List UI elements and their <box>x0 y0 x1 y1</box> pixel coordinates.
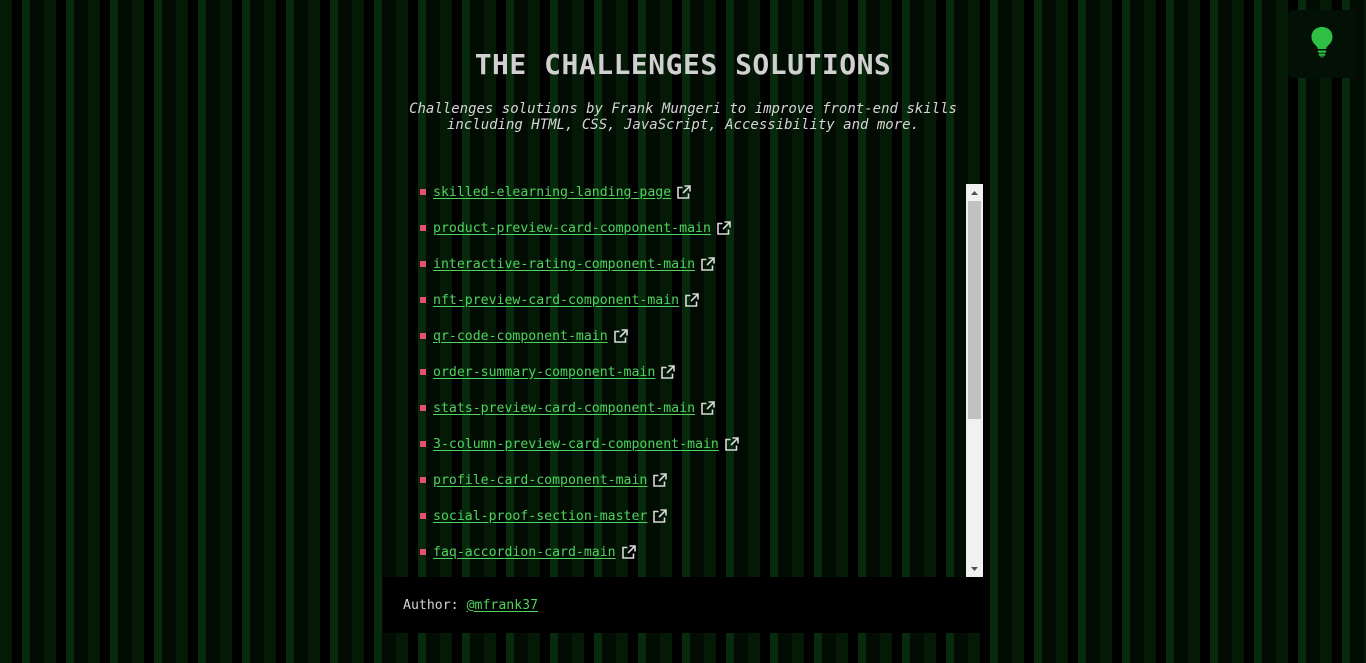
challenge-list-item: interactive-rating-component-main <box>420 246 983 282</box>
challenge-list-item: qr-code-component-main <box>420 318 983 354</box>
list-bullet <box>420 225 426 231</box>
list-bullet <box>420 405 426 411</box>
page-title: THE CHALLENGES SOLUTIONS <box>474 48 892 81</box>
external-link-icon[interactable] <box>724 436 739 452</box>
author-link[interactable]: @mfrank37 <box>467 598 538 613</box>
list-bullet <box>420 477 426 483</box>
page-subtitle: Challenges solutions by Frank Mungeri to… <box>409 101 957 133</box>
challenge-list-item: social-proof-section-master <box>420 498 983 534</box>
external-link-icon[interactable] <box>700 400 715 416</box>
scrollbar[interactable] <box>966 184 983 577</box>
external-link-icon[interactable] <box>652 508 668 524</box>
list-bullet <box>420 261 426 267</box>
external-link-icon[interactable] <box>684 292 699 308</box>
list-bullet <box>420 297 426 303</box>
challenge-link[interactable]: order-summary-component-main <box>433 365 655 380</box>
external-link-icon[interactable] <box>660 364 676 380</box>
challenge-link[interactable]: social-proof-section-master <box>433 509 647 524</box>
challenge-list-item: stats-preview-card-component-main <box>420 390 983 426</box>
author-label: Author: <box>403 597 459 613</box>
challenge-list-item: product-preview-card-component-main <box>420 210 983 246</box>
challenges-list: skilled-elearning-landing-page product-pr… <box>383 184 983 577</box>
challenge-link[interactable]: nft-preview-card-component-main <box>433 293 679 308</box>
list-bullet <box>420 441 426 447</box>
external-link-icon[interactable] <box>613 328 628 344</box>
scrollbar-thumb[interactable] <box>968 201 981 419</box>
challenge-list-item: nft-preview-card-component-main <box>420 282 983 318</box>
scroll-down-arrow-icon[interactable] <box>966 560 983 577</box>
external-link-icon[interactable] <box>700 256 715 272</box>
challenge-link[interactable]: skilled-elearning-landing-page <box>433 185 671 200</box>
challenge-list-item: 3-column-preview-card-component-main <box>420 426 983 462</box>
challenges-list-panel[interactable]: skilled-elearning-landing-page product-pr… <box>383 184 983 577</box>
footer: Author: @mfrank37 <box>383 577 982 633</box>
challenge-list-item: faq-accordion-card-main <box>420 534 983 570</box>
challenge-link[interactable]: qr-code-component-main <box>433 329 608 344</box>
challenge-link[interactable]: 3-column-preview-card-component-main <box>433 437 719 452</box>
challenge-list-item: skilled-elearning-landing-page <box>420 184 983 210</box>
challenge-link[interactable]: interactive-rating-component-main <box>433 257 695 272</box>
list-bullet <box>420 369 426 375</box>
scroll-up-arrow-icon[interactable] <box>966 184 983 201</box>
challenge-link[interactable]: profile-card-component-main <box>433 473 647 488</box>
challenge-link[interactable]: stats-preview-card-component-main <box>433 401 695 416</box>
challenge-list-item: profile-card-component-main <box>420 462 983 498</box>
list-bullet <box>420 189 426 195</box>
challenge-link[interactable]: product-preview-card-component-main <box>433 221 711 236</box>
list-bullet <box>420 333 426 339</box>
list-bullet <box>420 549 426 555</box>
list-bullet <box>420 513 426 519</box>
external-link-icon[interactable] <box>676 184 691 200</box>
external-link-icon[interactable] <box>621 544 636 560</box>
challenge-link[interactable]: faq-accordion-card-main <box>433 545 616 560</box>
external-link-icon[interactable] <box>652 472 668 488</box>
external-link-icon[interactable] <box>716 220 731 236</box>
challenge-list-item: order-summary-component-main <box>420 354 983 390</box>
